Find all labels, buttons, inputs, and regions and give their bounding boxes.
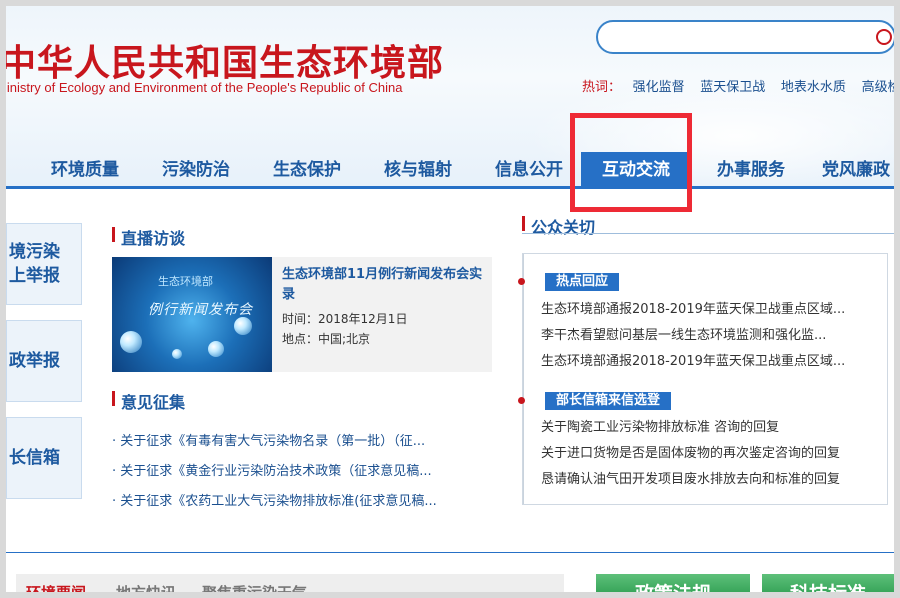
video-place: 地点：中国;北京 xyxy=(282,332,371,346)
thumb-caption: 生态环境部 xyxy=(158,275,213,288)
thumb-title: 例行新闻发布会 xyxy=(148,302,253,318)
policy-regulations-button[interactable]: 政策法规 xyxy=(596,574,750,598)
hot-word-link[interactable]: 高级检 xyxy=(862,79,900,94)
opinion-link[interactable]: · 关于征求《农药工业大气污染物排放标准(征求意见稿... xyxy=(112,490,437,509)
nav-item-services[interactable]: 办事服务 xyxy=(706,152,796,188)
tab-environment-news[interactable]: 环境要闻 xyxy=(26,582,86,598)
bubble-graphic xyxy=(234,317,252,335)
opinion-link[interactable]: · 关于征求《黄金行业污染防治技术政策（征求意见稿... xyxy=(112,460,432,479)
site-logo-en[interactable]: Ministry of Ecology and Environment of t… xyxy=(0,80,402,95)
hot-response-link[interactable]: 李干杰看望慰问基层一线生态环境监测和强化监... xyxy=(541,324,826,343)
bullet-dot xyxy=(518,397,525,404)
left-tab-administrative-report[interactable]: 政举报 xyxy=(6,320,82,402)
mailbox-link[interactable]: 关于陶瓷工业污染物排放标准 咨询的回复 xyxy=(541,416,779,435)
tab-local-news[interactable]: 地方快讯 xyxy=(116,582,176,598)
video-title-link[interactable]: 生态环境部11月例行新闻发布会实录 xyxy=(282,265,486,305)
bubble-graphic xyxy=(120,331,142,353)
nav-item-party-integrity[interactable]: 党风廉政 xyxy=(816,152,894,188)
left-tab-pollution-report[interactable]: 境污染 上举报 xyxy=(6,223,82,305)
hot-word-link[interactable]: 蓝天保卫战 xyxy=(700,79,765,94)
bottom-divider xyxy=(6,552,894,553)
section-title-public-concern: 公众关切 xyxy=(522,214,595,238)
tab-heavy-pollution[interactable]: 聚焦重污染天气 xyxy=(202,582,307,598)
nav-item-ecological-protection[interactable]: 生态保护 xyxy=(262,152,352,188)
hot-words-label: 热词： xyxy=(582,79,622,94)
mailbox-link[interactable]: 关于进口货物是否是固体废物的再次鉴定咨询的回复 xyxy=(541,442,840,461)
section-divider xyxy=(522,233,894,234)
nav-item-nuclear-radiation[interactable]: 核与辐射 xyxy=(373,152,463,188)
hot-word-link[interactable]: 强化监督 xyxy=(633,79,685,94)
left-tab-label: 境污染 xyxy=(9,242,60,262)
active-tab-underline xyxy=(22,592,106,594)
site-logo-cn[interactable]: 中华人民共和国生态环境部 xyxy=(0,34,444,86)
mailbox-link[interactable]: 恳请确认油气田开发项目废水排放去向和标准的回复 xyxy=(541,468,840,487)
opinion-link[interactable]: · 关于征求《有毒有害大气污染物名录（第一批）（征... xyxy=(112,430,425,449)
bullet-dot xyxy=(518,278,525,285)
video-time: 时间：2018年12月1日 xyxy=(282,312,408,326)
nav-item-environment-quality[interactable]: 环境质量 xyxy=(40,152,130,188)
nav-underline xyxy=(6,186,894,189)
tech-standards-button[interactable]: 科技标准 xyxy=(762,574,894,598)
section-title-opinions: 意见征集 xyxy=(112,389,185,413)
hot-words: 热词： 强化监督 蓝天保卫战 地表水水质 高级检 xyxy=(582,76,900,95)
video-thumbnail[interactable]: 生态环境部 例行新闻发布会 xyxy=(112,257,272,372)
mailbox-badge[interactable]: 部长信箱来信选登 xyxy=(545,392,672,410)
left-tab-label: 上举报 xyxy=(9,266,60,286)
search-input[interactable] xyxy=(596,20,896,54)
left-tab-label: 政举报 xyxy=(9,351,60,371)
hot-response-link[interactable]: 生态环境部通报2018-2019年蓝天保卫战重点区域... xyxy=(541,350,845,369)
nav-item-pollution-control[interactable]: 污染防治 xyxy=(151,152,241,188)
search-icon[interactable] xyxy=(876,29,892,45)
left-tab-label: 长信箱 xyxy=(9,448,60,468)
section-title-live: 直播访谈 xyxy=(112,225,185,249)
main-nav: 环境质量 污染防治 生态保护 核与辐射 信息公开 互动交流 办事服务 党风廉政 xyxy=(6,152,894,188)
hot-response-link[interactable]: 生态环境部通报2018-2019年蓝天保卫战重点区域... xyxy=(541,298,845,317)
hot-response-badge[interactable]: 热点回应 xyxy=(545,273,620,291)
nav-item-information-disclosure[interactable]: 信息公开 xyxy=(484,152,574,188)
left-tab-minister-mailbox[interactable]: 长信箱 xyxy=(6,417,82,499)
highlight-annotation-box xyxy=(570,113,692,212)
bubble-graphic xyxy=(172,349,182,359)
panel-border-line xyxy=(523,254,524,504)
hot-word-link[interactable]: 地表水水质 xyxy=(781,79,846,94)
bubble-graphic xyxy=(208,341,224,357)
